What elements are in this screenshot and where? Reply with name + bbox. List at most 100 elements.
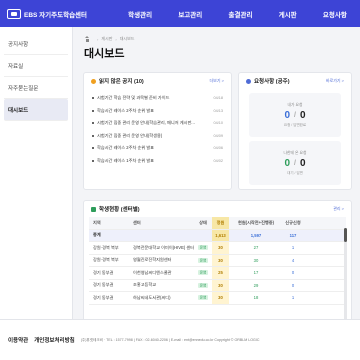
cell-state: 운영: [194, 245, 212, 251]
main-content: › 게시판 › 대시보드 대시보드 읽지 않은 공지 (10) 더보기 > 시험…: [77, 27, 360, 319]
cell-state: 운영: [194, 282, 212, 288]
nav-requests[interactable]: 요청사항: [323, 9, 347, 19]
privacy-link[interactable]: 개인정보처리방침: [34, 336, 74, 344]
notice-title: 학습시간 레이스 1주차 순위 발표: [97, 157, 155, 163]
req-divider: /: [294, 111, 296, 119]
card-header: 학생현황 (센터별) 관리 >: [84, 201, 351, 217]
cell-region: 강원·경북 북부: [93, 257, 119, 263]
notice-item[interactable]: 학습시간 레이스 2주차 순위 발표 04/06: [92, 142, 223, 155]
cell-quota: 30: [212, 279, 229, 291]
notice-date: 04/13: [213, 108, 223, 113]
scroll-thumb[interactable]: [344, 228, 347, 242]
sidebar-item-dashboard[interactable]: 대시보드: [4, 99, 68, 121]
cell-center: 조홍고등학교: [133, 282, 157, 288]
notice-title: 학습시간 레이스 2주차 순위 발표: [97, 145, 155, 151]
notice-item[interactable]: 학습시간 레이스 2주차 순위 발표 04/13: [92, 105, 223, 118]
cell-current: 29: [253, 282, 259, 288]
footer-company-info: (주)휴넷테크비 · TEL : 1577-7998 | FAX : 02-60…: [80, 337, 260, 342]
logo[interactable]: EBS 자기주도학습센터: [7, 8, 105, 19]
bell-icon: [91, 78, 96, 84]
card-title: 학생현황 (센터별): [99, 207, 140, 213]
breadcrumb-separator: ›: [97, 36, 99, 42]
bullet-icon: [92, 159, 94, 162]
cell-center: 하남씨네도서관(씨디): [133, 294, 171, 300]
table-row[interactable]: 강원·경북 북부 경북전문대학교 이미이(HIVE) 센터 운영 30 27 1: [89, 242, 346, 255]
total-quota: 1,613: [212, 229, 229, 241]
status-badge: 운영: [197, 245, 209, 251]
req-label: 나한테 온 요청: [283, 150, 307, 155]
notice-item[interactable]: 시험기간 학습 전략 및 과목별 준비 가이드 04/18: [92, 92, 223, 105]
received-requests-box[interactable]: 나한테 온 요청 0 / 0 대기 / 답변: [249, 141, 341, 185]
status-table: 지역 센터 상태 정원 현원(시작전+진행중) 신규신청 종계 1,613 1,…: [89, 217, 346, 305]
bullet-icon: [92, 147, 94, 150]
student-status-card: 학생현황 (센터별) 관리 > 지역 센터 상태 정원 현원(시작전+진행중) …: [83, 200, 352, 319]
req-sub-label: 대기 / 답변: [287, 170, 303, 175]
nav-student[interactable]: 학생관리: [128, 9, 152, 19]
my-requests-box[interactable]: 내가 요청 0 / 0 요청 / 답변완료: [249, 93, 341, 137]
notice-title: 학습시간 레이스 2주차 순위 발표: [97, 107, 155, 113]
req-divider: /: [294, 159, 296, 167]
bullet-icon: [92, 134, 94, 137]
col-state: 상태: [199, 219, 207, 225]
table-header-row: 지역 센터 상태 정원 현원(시작전+진행중) 신규신청: [89, 217, 346, 230]
req-sub-label: 요청 / 답변완료: [283, 122, 307, 127]
breadcrumb-board[interactable]: 게시판: [101, 36, 112, 42]
notices-more-link[interactable]: 더보기 >: [210, 78, 225, 84]
nav-attendance[interactable]: 출결관리: [229, 9, 253, 19]
cell-state: 운영: [194, 257, 212, 263]
notice-title: 시험기간 집중 관리 운영 안내(학습관리, 매니저 게시판...: [97, 120, 195, 126]
notice-title: 시험기간 학습 전략 및 과목별 준비 가이드: [97, 95, 170, 101]
sidebar-item-notice[interactable]: 공지사항: [4, 33, 68, 55]
table-row[interactable]: 강원·경북 북부 영월진로진학지원센터 운영 30 30 4: [89, 254, 346, 267]
notice-item[interactable]: 학습시간 레이스 1주차 순위 발표 04/02: [92, 155, 223, 168]
main-nav: 학생관리 보고관리 출결관리 게시판 요청사항: [115, 9, 360, 19]
requests-more-link[interactable]: 바로가기 >: [326, 78, 344, 84]
col-new: 신규신청: [285, 219, 301, 225]
cell-center: 영월진로진학지원센터: [133, 257, 172, 263]
swap-icon: [246, 78, 251, 84]
terms-link[interactable]: 이용약관: [8, 336, 28, 344]
home-icon[interactable]: [84, 36, 90, 42]
cell-state: 운영: [194, 295, 212, 301]
req-count-replied: 0: [299, 157, 306, 169]
nav-board[interactable]: 게시판: [279, 9, 297, 19]
notice-item[interactable]: 시험기간 집중 관리 운영 안내(학습관리, 매니저 게시판... 04/10: [92, 117, 223, 130]
nav-report[interactable]: 보고관리: [178, 9, 202, 19]
card-header: 읽지 않은 공지 (10) 더보기 >: [84, 73, 231, 89]
bullet-icon: [92, 97, 94, 100]
cell-current: 18: [253, 295, 259, 301]
top-navbar: EBS 자기주도학습센터 학생관리 보고관리 출결관리 게시판 요청사항: [0, 0, 360, 27]
card-header: 요청사항 (공주) 바로가기 >: [239, 73, 351, 89]
cell-quota: 30: [212, 292, 229, 304]
cell-new: 1: [291, 245, 295, 251]
status-badge: 운영: [197, 282, 209, 288]
table-icon: [91, 206, 96, 212]
table-row[interactable]: 경기 동부권 조홍고등학교 운영 30 29 0: [89, 279, 346, 292]
cell-new: 0: [291, 282, 295, 288]
col-region: 지역: [93, 219, 101, 225]
cell-center: 이천영남씨디엔스쿨관: [133, 269, 172, 275]
cell-quota: 25: [212, 267, 229, 279]
table-row[interactable]: 경기 동부권 하남씨네도서관(씨디) 운영 30 18 1: [89, 292, 346, 305]
cell-region: 강원·경북 북부: [93, 244, 119, 250]
cell-current: 27: [253, 245, 259, 251]
table-row[interactable]: 경기 동부권 이천영남씨디엔스쿨관 운영 25 17 0: [89, 267, 346, 280]
notice-title: 시험기간 집중 관리 운영 안내(학생용): [97, 132, 163, 138]
cell-center: 경북전문대학교 이미이(HIVE) 센터: [133, 244, 194, 250]
notice-list: 시험기간 학습 전략 및 과목별 준비 가이드 04/18 학습시간 레이스 2주차…: [84, 89, 231, 170]
card-title: 읽지 않은 공지 (10): [99, 79, 144, 85]
bullet-icon: [92, 109, 94, 112]
card-title: 요청사항 (공주): [254, 79, 290, 85]
status-badge: 운영: [197, 270, 209, 276]
cell-new: 0: [291, 270, 295, 276]
table-scrollbar[interactable]: [344, 228, 347, 319]
cell-new: 4: [291, 257, 295, 263]
sidebar-item-faq[interactable]: 자주묻는질문: [4, 77, 68, 99]
sidebar-item-files[interactable]: 자료실: [4, 55, 68, 77]
footer: 이용약관 개인정보처리방침 (주)휴넷테크비 · TEL : 1577-7998…: [0, 319, 360, 360]
requests-card: 요청사항 (공주) 바로가기 > 내가 요청 0 / 0 요청 / 답변완료 나…: [238, 72, 352, 190]
cell-region: 경기 동부권: [93, 269, 114, 275]
total-current: 1,597: [250, 232, 262, 238]
status-manage-link[interactable]: 관리 >: [333, 206, 344, 212]
notice-item[interactable]: 시험기간 집중 관리 운영 안내(학생용) 04/09: [92, 130, 223, 143]
